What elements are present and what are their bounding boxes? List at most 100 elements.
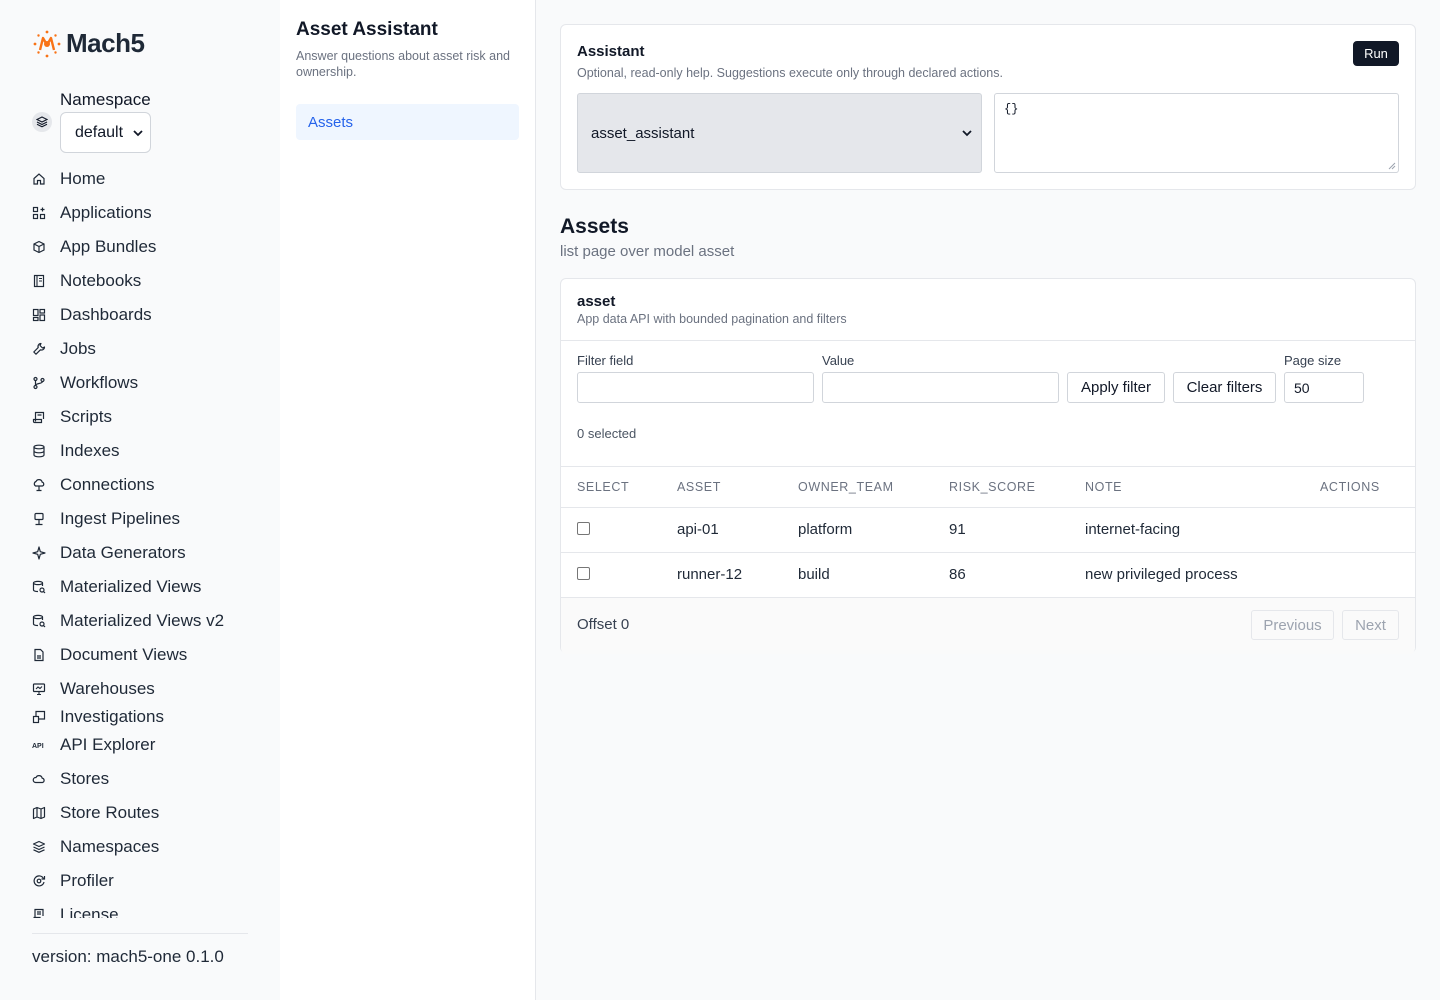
nav-item-dashboards[interactable]: Dashboards — [32, 298, 272, 332]
app-panel: Asset Assistant Answer questions about a… — [280, 0, 536, 1000]
table-row: runner-12 build 86 new privileged proces… — [561, 553, 1415, 598]
nav-item-label: Warehouses — [60, 679, 155, 698]
apply-filter-button[interactable]: Apply filter — [1067, 372, 1165, 403]
nav-item-materialized-views-v2[interactable]: Materialized Views v2 — [32, 604, 272, 638]
cell-risk-score: 91 — [949, 521, 966, 538]
table-description: App data API with bounded pagination and… — [577, 312, 847, 326]
wrench-icon — [32, 342, 46, 356]
asset-table-card: asset App data API with bounded paginati… — [560, 278, 1416, 654]
nav-item-warehouses[interactable]: Warehouses — [32, 672, 272, 706]
namespace-select-value: default — [75, 123, 124, 141]
column-header-owner-team: OWNER_TEAM — [798, 480, 894, 494]
row-select-checkbox[interactable] — [577, 567, 590, 580]
assistant-input-value: {} — [1004, 102, 1019, 116]
nav-item-label: API Explorer — [60, 735, 156, 754]
nav-item-label: Materialized Views v2 — [60, 611, 225, 630]
svg-text:API: API — [32, 743, 44, 750]
section-subtitle: list page over model asset — [560, 243, 735, 260]
logo[interactable]: Mach5 — [32, 28, 145, 59]
investigation-icon — [32, 710, 46, 724]
main-content: Assistant Optional, read-only help. Sugg… — [536, 0, 1440, 1000]
chevron-down-icon — [133, 129, 143, 136]
table-name: asset — [577, 293, 616, 310]
nav-item-label: Materialized Views — [60, 577, 202, 596]
assistant-select[interactable]: asset_assistant — [577, 93, 982, 173]
table-row: api-01 platform 91 internet-facing — [561, 508, 1415, 553]
nav-item-materialized-views[interactable]: Materialized Views — [32, 570, 272, 604]
nav-item-app-bundles[interactable]: App Bundles — [32, 230, 272, 264]
notebook-icon — [32, 274, 46, 288]
nav-item-label: License — [60, 905, 119, 918]
nav-item-label: Jobs — [60, 339, 96, 358]
profiler-icon — [32, 874, 46, 888]
box-icon — [32, 240, 46, 254]
nav-item-label: Data Generators — [60, 543, 186, 562]
run-button[interactable]: Run — [1353, 41, 1399, 66]
nav-item-stores[interactable]: Stores — [32, 762, 272, 796]
selected-count: 0 selected — [577, 426, 637, 441]
nav-item-ingest-pipelines[interactable]: Ingest Pipelines — [32, 502, 272, 536]
nav-item-api-explorer[interactable]: API API Explorer — [32, 728, 272, 762]
previous-page-button[interactable]: Previous — [1251, 610, 1334, 640]
nav-item-investigations[interactable]: Investigations — [32, 706, 272, 728]
table-header-row: SELECT ASSET OWNER_TEAM RISK_SCORE NOTE … — [561, 466, 1415, 508]
clear-filters-button[interactable]: Clear filters — [1173, 372, 1276, 403]
git-branch-icon — [32, 376, 46, 390]
nav-item-label: App Bundles — [60, 237, 157, 256]
nav-item-data-generators[interactable]: Data Generators — [32, 536, 272, 570]
nav-item-workflows[interactable]: Workflows — [32, 366, 272, 400]
nav-item-indexes[interactable]: Indexes — [32, 434, 272, 468]
assistant-subtitle: Optional, read-only help. Suggestions ex… — [577, 66, 1003, 80]
nav-item-label: Ingest Pipelines — [60, 509, 181, 528]
nav-item-store-routes[interactable]: Store Routes — [32, 796, 272, 830]
nav-item-scripts[interactable]: Scripts — [32, 400, 272, 434]
app-title: Asset Assistant — [296, 19, 438, 40]
cloud-icon — [32, 772, 46, 786]
nav-item-profiler[interactable]: Profiler — [32, 864, 272, 898]
nav-item-label: Profiler — [60, 871, 114, 890]
cell-asset: api-01 — [677, 521, 719, 538]
value-label: Value — [822, 353, 855, 368]
nav-item-label: Applications — [60, 203, 152, 222]
assistant-title: Assistant — [577, 43, 645, 60]
version-text: version: mach5-one 0.1.0 — [32, 947, 224, 966]
nav-item-connections[interactable]: Connections — [32, 468, 272, 502]
app-nav-item-assets[interactable]: Assets — [296, 104, 519, 140]
nav-item-applications[interactable]: Applications — [32, 196, 272, 230]
assistant-input[interactable]: {} — [994, 93, 1399, 173]
nav-item-label: Notebooks — [60, 271, 142, 290]
page-size-input[interactable]: 50 — [1284, 372, 1364, 403]
file-icon — [32, 648, 46, 662]
value-input[interactable] — [822, 372, 1059, 403]
namespace-select[interactable]: default — [60, 112, 151, 153]
cell-owner-team: platform — [798, 521, 853, 538]
nav-item-document-views[interactable]: Document Views — [32, 638, 272, 672]
resize-grip-icon[interactable] — [1388, 162, 1396, 170]
monitor-icon — [32, 682, 46, 696]
column-header-actions: ACTIONS — [1320, 480, 1380, 494]
cell-asset: runner-12 — [677, 566, 743, 583]
database-icon — [32, 444, 46, 458]
sidebar-divider — [32, 933, 248, 934]
nav-item-label: Document Views — [60, 645, 188, 664]
map-icon — [32, 806, 46, 820]
nav-item-notebooks[interactable]: Notebooks — [32, 264, 272, 298]
dashboard-icon — [32, 308, 46, 322]
nav-item-namespaces[interactable]: Namespaces — [32, 830, 272, 864]
next-page-button[interactable]: Next — [1342, 610, 1399, 640]
nav-item-label: Indexes — [60, 441, 120, 460]
nav-item-label: Stores — [60, 769, 110, 788]
assistant-card: Assistant Optional, read-only help. Sugg… — [560, 24, 1416, 190]
layers-icon — [32, 111, 52, 132]
pipeline-icon — [32, 512, 46, 526]
nav-item-home[interactable]: Home — [32, 162, 272, 196]
brand-name: Mach5 — [66, 28, 145, 58]
nav-item-license[interactable]: License — [32, 898, 272, 918]
database-search-icon — [32, 580, 46, 594]
assistant-select-value: asset_assistant — [591, 124, 695, 142]
nav-item-label: Scripts — [60, 407, 112, 426]
filter-field-input[interactable] — [577, 372, 814, 403]
row-select-checkbox[interactable] — [577, 522, 590, 535]
namespace-label: Namespace — [60, 90, 151, 109]
nav-item-jobs[interactable]: Jobs — [32, 332, 272, 366]
